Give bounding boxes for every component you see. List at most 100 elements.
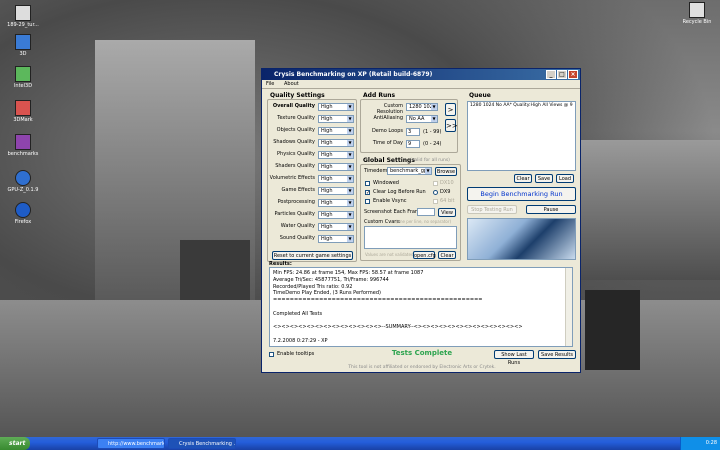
- queue-list[interactable]: 1280 1024 No AA* Quality:High All Views …: [467, 101, 576, 171]
- quality-row-select[interactable]: High ▼: [318, 103, 354, 111]
- time-of-day-input[interactable]: 9: [406, 140, 420, 148]
- taskbar-item-crysis[interactable]: Crysis Benchmarking ...: [168, 438, 236, 449]
- desktop-icon[interactable]: benchmarks: [2, 134, 44, 157]
- dx10-radio[interactable]: [433, 181, 438, 186]
- desktop-icon[interactable]: GPU-Z_0.1.9: [2, 170, 44, 193]
- desktop-icon[interactable]: 3D: [2, 34, 44, 57]
- quality-row-label: Shaders Quality: [275, 163, 315, 169]
- chevron-down-icon: ▼: [347, 176, 353, 182]
- quality-row-label: Overall Quality: [272, 103, 315, 109]
- queue-save-button[interactable]: Save: [535, 174, 553, 183]
- custom-cvars-textarea[interactable]: [364, 226, 457, 249]
- quality-row-label: Texture Quality: [277, 115, 315, 121]
- add-run-button[interactable]: >: [445, 103, 456, 116]
- view-button[interactable]: View: [438, 208, 456, 217]
- queue-load-button[interactable]: Load: [556, 174, 574, 183]
- show-last-runs-button[interactable]: Show Last Runs: [494, 350, 534, 366]
- dx9-label: DX9: [440, 189, 451, 195]
- desktop-icon[interactable]: 189-29_tur...: [2, 5, 44, 28]
- taskbar: start http://www.benchmark... Crysis Ben…: [0, 437, 720, 450]
- desktop-icon[interactable]: Intel3D: [2, 66, 44, 89]
- quality-row-select[interactable]: High ▼: [318, 199, 354, 207]
- queue-item[interactable]: 1280 1024 No AA* Quality:High All Views …: [470, 103, 573, 108]
- begin-benchmark-button[interactable]: Begin Benchmarking Run: [467, 187, 576, 201]
- resolution-select[interactable]: 1280 1024 ▼: [406, 103, 438, 111]
- chevron-down-icon: ▼: [425, 168, 431, 174]
- minimize-button[interactable]: _: [546, 70, 556, 79]
- archive-icon: [15, 134, 31, 150]
- quality-row-select[interactable]: High ▼: [318, 211, 354, 219]
- timedemo-select[interactable]: benchmark_gpu ▼: [387, 167, 432, 175]
- quality-row-select[interactable]: High ▼: [318, 175, 354, 183]
- chevron-down-icon: ▼: [347, 224, 353, 230]
- demo-loops-input[interactable]: 3: [406, 128, 420, 136]
- antialiasing-select[interactable]: No AA ▼: [406, 115, 438, 123]
- vsync-checkbox[interactable]: [365, 199, 370, 204]
- results-scrollbar[interactable]: [565, 268, 572, 346]
- results-line: Recorded/Played Tris ratio: 0.92: [273, 283, 353, 290]
- 64bit-label: 64 bit: [440, 198, 455, 204]
- cvars-clear-button[interactable]: Clear: [438, 251, 456, 259]
- chevron-down-icon: ▼: [347, 212, 353, 218]
- quality-row-select[interactable]: High ▼: [318, 115, 354, 123]
- window-titlebar[interactable]: Crysis Benchmarking on XP (Retail build-…: [262, 69, 580, 80]
- time-of-day-range: (0 - 24): [423, 141, 442, 147]
- dx10-label: DX10: [440, 180, 454, 186]
- app-icon: [15, 100, 31, 116]
- crysis-nanosuit-image: [467, 218, 576, 260]
- quality-row-select[interactable]: High ▼: [318, 139, 354, 147]
- recycle-bin[interactable]: Recycle Bin: [676, 2, 718, 25]
- desktop-icon[interactable]: Firefox: [2, 202, 44, 225]
- add-all-runs-button[interactable]: >>: [445, 119, 458, 132]
- quality-row-select[interactable]: High ▼: [318, 127, 354, 135]
- results-line: Min FPS: 24.86 at frame 154, Max FPS: 58…: [273, 270, 424, 276]
- chevron-down-icon: ▼: [347, 128, 353, 134]
- chevron-down-icon: ▼: [431, 116, 437, 122]
- maximize-button[interactable]: □: [557, 70, 567, 79]
- quality-settings-header: Quality Settings: [270, 92, 325, 99]
- menu-about[interactable]: About: [284, 81, 299, 87]
- menu-file[interactable]: File: [266, 81, 274, 87]
- stop-testing-button[interactable]: Stop Testing Run: [467, 205, 517, 214]
- results-line: [273, 318, 569, 325]
- save-results-button[interactable]: Save Results: [538, 350, 576, 359]
- image-file-icon: [15, 5, 31, 21]
- close-button[interactable]: ×: [568, 70, 578, 79]
- time-of-day-label: Time of Day: [372, 140, 403, 146]
- screenshot-input[interactable]: [417, 208, 435, 216]
- reset-game-settings-button[interactable]: Reset to current game settings: [272, 251, 353, 260]
- results-textbox[interactable]: Min FPS: 24.86 at frame 154, Max FPS: 58…: [269, 267, 573, 347]
- dx9-radio[interactable]: [433, 190, 438, 195]
- quality-row-select[interactable]: High ▼: [318, 163, 354, 171]
- quality-row-label: Sound Quality: [279, 235, 315, 241]
- quality-row-select[interactable]: High ▼: [318, 187, 354, 195]
- quality-row-label: Shadows Quality: [273, 139, 315, 145]
- 64bit-checkbox[interactable]: [433, 199, 438, 204]
- windowed-checkbox[interactable]: [365, 181, 370, 186]
- pause-button[interactable]: Pause: [526, 205, 576, 214]
- demo-loops-label: Demo Loops: [371, 128, 403, 134]
- quality-row-select[interactable]: High ▼: [318, 151, 354, 159]
- global-settings-group: Timedemo benchmark_gpu ▼ Browse Windowed …: [360, 164, 461, 261]
- tooltips-checkbox[interactable]: [269, 352, 274, 357]
- results-line: [273, 345, 569, 346]
- results-line: ========================================…: [273, 297, 483, 304]
- system-tray: 0:28: [680, 437, 720, 450]
- desktop-icon[interactable]: 3DMark: [2, 100, 44, 123]
- quality-row-select[interactable]: High ▼: [318, 235, 354, 243]
- start-button[interactable]: start: [0, 437, 30, 450]
- screenshot-label: Screenshot Each Frame: [364, 209, 423, 215]
- global-settings-note: (valid for all runs): [410, 158, 450, 163]
- clear-log-checkbox[interactable]: ✓: [365, 190, 370, 196]
- open-cfg-button[interactable]: open.cfg: [413, 251, 436, 259]
- quality-row-select[interactable]: High ▼: [318, 223, 354, 231]
- quality-row-label: Game Effects: [281, 187, 315, 193]
- wallpaper-car: [585, 290, 640, 370]
- status-text: Tests Complete: [391, 349, 453, 357]
- queue-clear-button[interactable]: Clear: [514, 174, 532, 183]
- chevron-down-icon: ▼: [347, 164, 353, 170]
- demo-loops-range: (1 - 99): [423, 129, 442, 135]
- taskbar-item-browser[interactable]: http://www.benchmark...: [97, 438, 165, 449]
- quality-row-label: Particles Quality: [274, 211, 315, 217]
- browse-button[interactable]: Browse: [435, 167, 457, 176]
